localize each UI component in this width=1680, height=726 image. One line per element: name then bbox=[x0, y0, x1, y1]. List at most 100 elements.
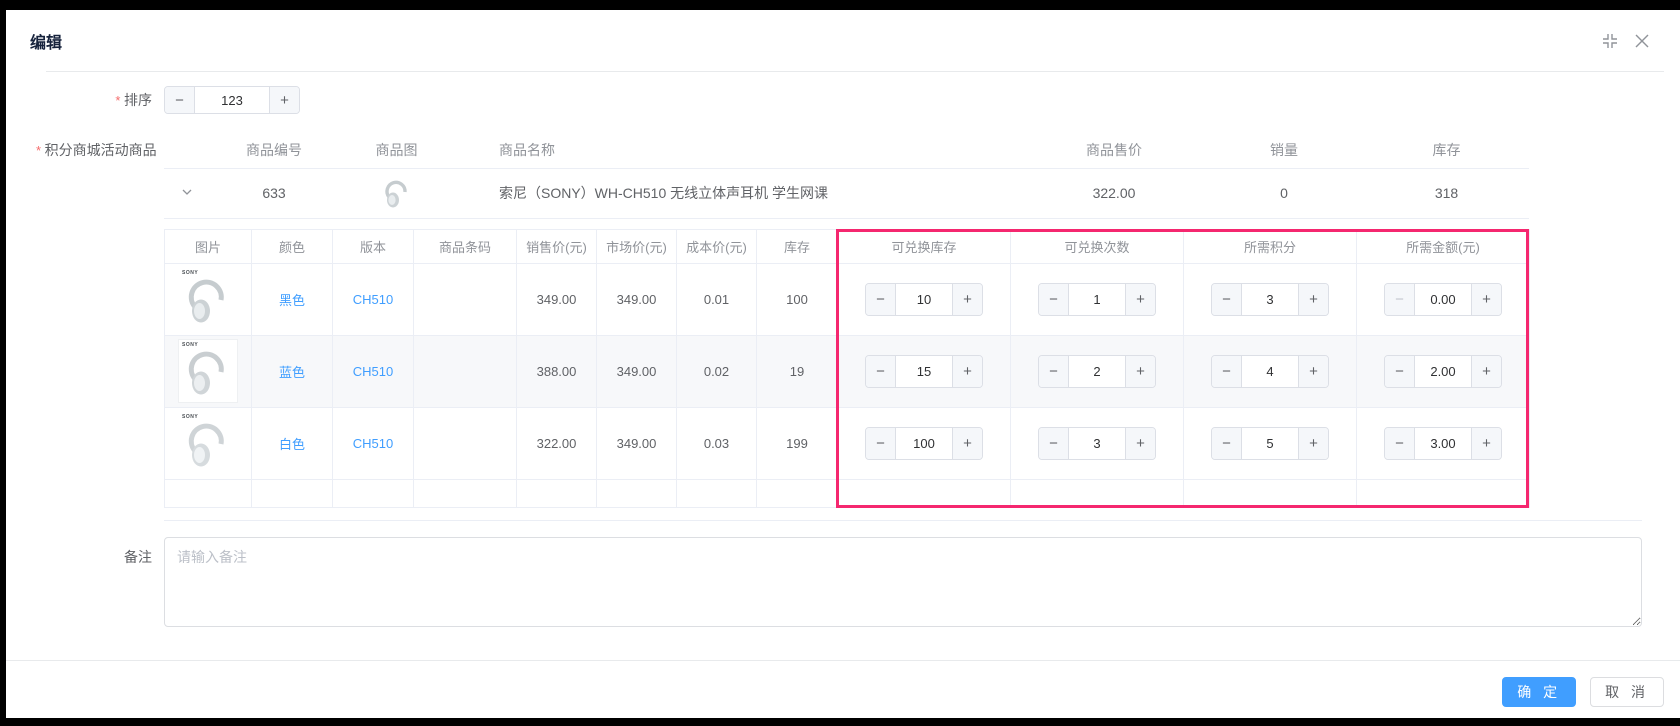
points-value[interactable]: 5 bbox=[1242, 428, 1298, 459]
increase-button[interactable]: + bbox=[1471, 284, 1501, 315]
decrease-button[interactable]: − bbox=[1385, 284, 1415, 315]
col-sku-version: 版本 bbox=[333, 229, 414, 263]
decrease-button[interactable]: − bbox=[1039, 356, 1069, 387]
decrease-button[interactable]: − bbox=[1039, 284, 1069, 315]
points-value[interactable]: 3 bbox=[1242, 284, 1298, 315]
sku-color-link[interactable]: 白色 bbox=[279, 437, 305, 452]
product-table: 商品编号 商品图 商品名称 商品售价 销量 库存 bbox=[164, 133, 1529, 219]
increase-button[interactable]: + bbox=[1298, 284, 1328, 315]
col-sku-stock: 库存 bbox=[757, 229, 838, 263]
brand-label: SONY bbox=[182, 414, 198, 420]
exchange-times-value[interactable]: 1 bbox=[1069, 284, 1125, 315]
decrease-button[interactable]: − bbox=[1212, 356, 1242, 387]
compress-icon[interactable] bbox=[1602, 33, 1618, 49]
col-product-image: 商品图 bbox=[339, 133, 454, 168]
amount-stepper: − 2.00 + bbox=[1384, 355, 1502, 388]
exchange-times-stepper: − 3 + bbox=[1038, 427, 1156, 460]
exchange-stock-stepper: − 15 + bbox=[865, 355, 983, 388]
cancel-button[interactable]: 取 消 bbox=[1590, 677, 1664, 707]
products-form-item: 积分商城活动商品 商品编号 商品图 商品名称 商品售价 销量 bbox=[36, 133, 1642, 521]
sku-empty-row bbox=[165, 479, 1530, 507]
amount-value[interactable]: 2.00 bbox=[1415, 356, 1471, 387]
sort-label: 排序 bbox=[36, 86, 164, 115]
exchange-stock-value[interactable]: 15 bbox=[896, 356, 952, 387]
increase-button[interactable]: + bbox=[1298, 428, 1328, 459]
remark-input[interactable] bbox=[164, 537, 1642, 627]
decrease-button[interactable]: − bbox=[866, 428, 896, 459]
sku-version-link[interactable]: CH510 bbox=[353, 436, 393, 451]
increase-button[interactable]: + bbox=[1471, 428, 1501, 459]
increase-button[interactable]: + bbox=[952, 356, 982, 387]
sku-row: SONY 蓝色 CH510 bbox=[165, 335, 1530, 407]
sku-market-price: 349.00 bbox=[597, 335, 677, 407]
sort-form-item: 排序 − 123 + bbox=[36, 86, 1642, 115]
sku-sale-price: 388.00 bbox=[517, 335, 597, 407]
amount-value[interactable]: 3.00 bbox=[1415, 428, 1471, 459]
product-price: 322.00 bbox=[1024, 168, 1204, 218]
product-thumbnail bbox=[383, 175, 411, 209]
sku-color-link[interactable]: 黑色 bbox=[279, 293, 305, 308]
col-sku-cost-price: 成本价(元) bbox=[677, 229, 757, 263]
dialog-title: 编辑 bbox=[30, 29, 62, 53]
exchange-times-stepper: − 1 + bbox=[1038, 283, 1156, 316]
sku-color-link[interactable]: 蓝色 bbox=[279, 365, 305, 380]
increase-button[interactable]: + bbox=[1298, 356, 1328, 387]
increase-button[interactable]: + bbox=[952, 428, 982, 459]
decrease-button[interactable]: − bbox=[1039, 428, 1069, 459]
product-name: 索尼（SONY）WH-CH510 无线立体声耳机 学生网课 bbox=[454, 168, 1024, 218]
confirm-button[interactable]: 确 定 bbox=[1502, 677, 1576, 707]
exchange-stock-value[interactable]: 10 bbox=[896, 284, 952, 315]
col-product-price: 商品售价 bbox=[1024, 133, 1204, 168]
increase-button[interactable]: + bbox=[952, 284, 982, 315]
points-value[interactable]: 4 bbox=[1242, 356, 1298, 387]
sku-cost-price: 0.01 bbox=[677, 263, 757, 335]
col-amount: 所需金额(元) bbox=[1357, 229, 1530, 263]
sort-value[interactable]: 123 bbox=[195, 87, 269, 113]
decrease-button[interactable]: − bbox=[1385, 428, 1415, 459]
brand-label: SONY bbox=[182, 270, 198, 276]
col-sku-sale-price: 销售价(元) bbox=[517, 229, 597, 263]
edit-dialog: 编辑 排序 − 123 + bbox=[6, 10, 1680, 718]
sku-table: 图片 颜色 版本 商品条码 销售价(元) 市场价(元) 成本价(元) 库存 可兑… bbox=[164, 229, 1530, 508]
increase-button[interactable]: + bbox=[1125, 356, 1155, 387]
amount-value[interactable]: 0.00 bbox=[1415, 284, 1471, 315]
col-sku-barcode: 商品条码 bbox=[414, 229, 517, 263]
sku-barcode bbox=[414, 335, 517, 407]
increase-button[interactable]: + bbox=[1471, 356, 1501, 387]
points-stepper: − 3 + bbox=[1211, 283, 1329, 316]
dialog-footer: 确 定 取 消 bbox=[6, 660, 1680, 726]
sku-barcode bbox=[414, 263, 517, 335]
increase-button[interactable]: + bbox=[1125, 284, 1155, 315]
close-icon[interactable] bbox=[1634, 33, 1650, 49]
remark-form-item: 备注 bbox=[36, 537, 1642, 632]
decrease-button[interactable]: − bbox=[866, 284, 896, 315]
sku-market-price: 349.00 bbox=[597, 263, 677, 335]
sku-stock: 100 bbox=[757, 263, 838, 335]
exchange-stock-value[interactable]: 100 bbox=[896, 428, 952, 459]
product-table-header: 商品编号 商品图 商品名称 商品售价 销量 库存 bbox=[164, 133, 1529, 168]
products-label: 积分商城活动商品 bbox=[36, 133, 164, 521]
product-stock: 318 bbox=[1364, 168, 1529, 218]
increase-button[interactable]: + bbox=[1125, 428, 1155, 459]
sku-image: SONY bbox=[179, 340, 237, 402]
sort-stepper: − 123 + bbox=[164, 86, 300, 114]
collapse-row-icon[interactable] bbox=[181, 186, 193, 198]
exchange-stock-stepper: − 10 + bbox=[865, 283, 983, 316]
sku-row: SONY 黑色 CH510 bbox=[165, 263, 1530, 335]
product-sales: 0 bbox=[1204, 168, 1364, 218]
increase-button[interactable]: + bbox=[269, 87, 299, 113]
decrease-button[interactable]: − bbox=[1212, 428, 1242, 459]
decrease-button[interactable]: − bbox=[165, 87, 195, 113]
sku-version-link[interactable]: CH510 bbox=[353, 364, 393, 379]
sku-stock: 199 bbox=[757, 407, 838, 479]
sku-cost-price: 0.02 bbox=[677, 335, 757, 407]
dialog-body: 排序 − 123 + 积分商城活动商品 bbox=[6, 72, 1680, 632]
exchange-times-value[interactable]: 2 bbox=[1069, 356, 1125, 387]
decrease-button[interactable]: − bbox=[866, 356, 896, 387]
col-exchange-stock: 可兑换库存 bbox=[838, 229, 1011, 263]
sku-sale-price: 322.00 bbox=[517, 407, 597, 479]
decrease-button[interactable]: − bbox=[1212, 284, 1242, 315]
sku-version-link[interactable]: CH510 bbox=[353, 292, 393, 307]
exchange-times-value[interactable]: 3 bbox=[1069, 428, 1125, 459]
decrease-button[interactable]: − bbox=[1385, 356, 1415, 387]
